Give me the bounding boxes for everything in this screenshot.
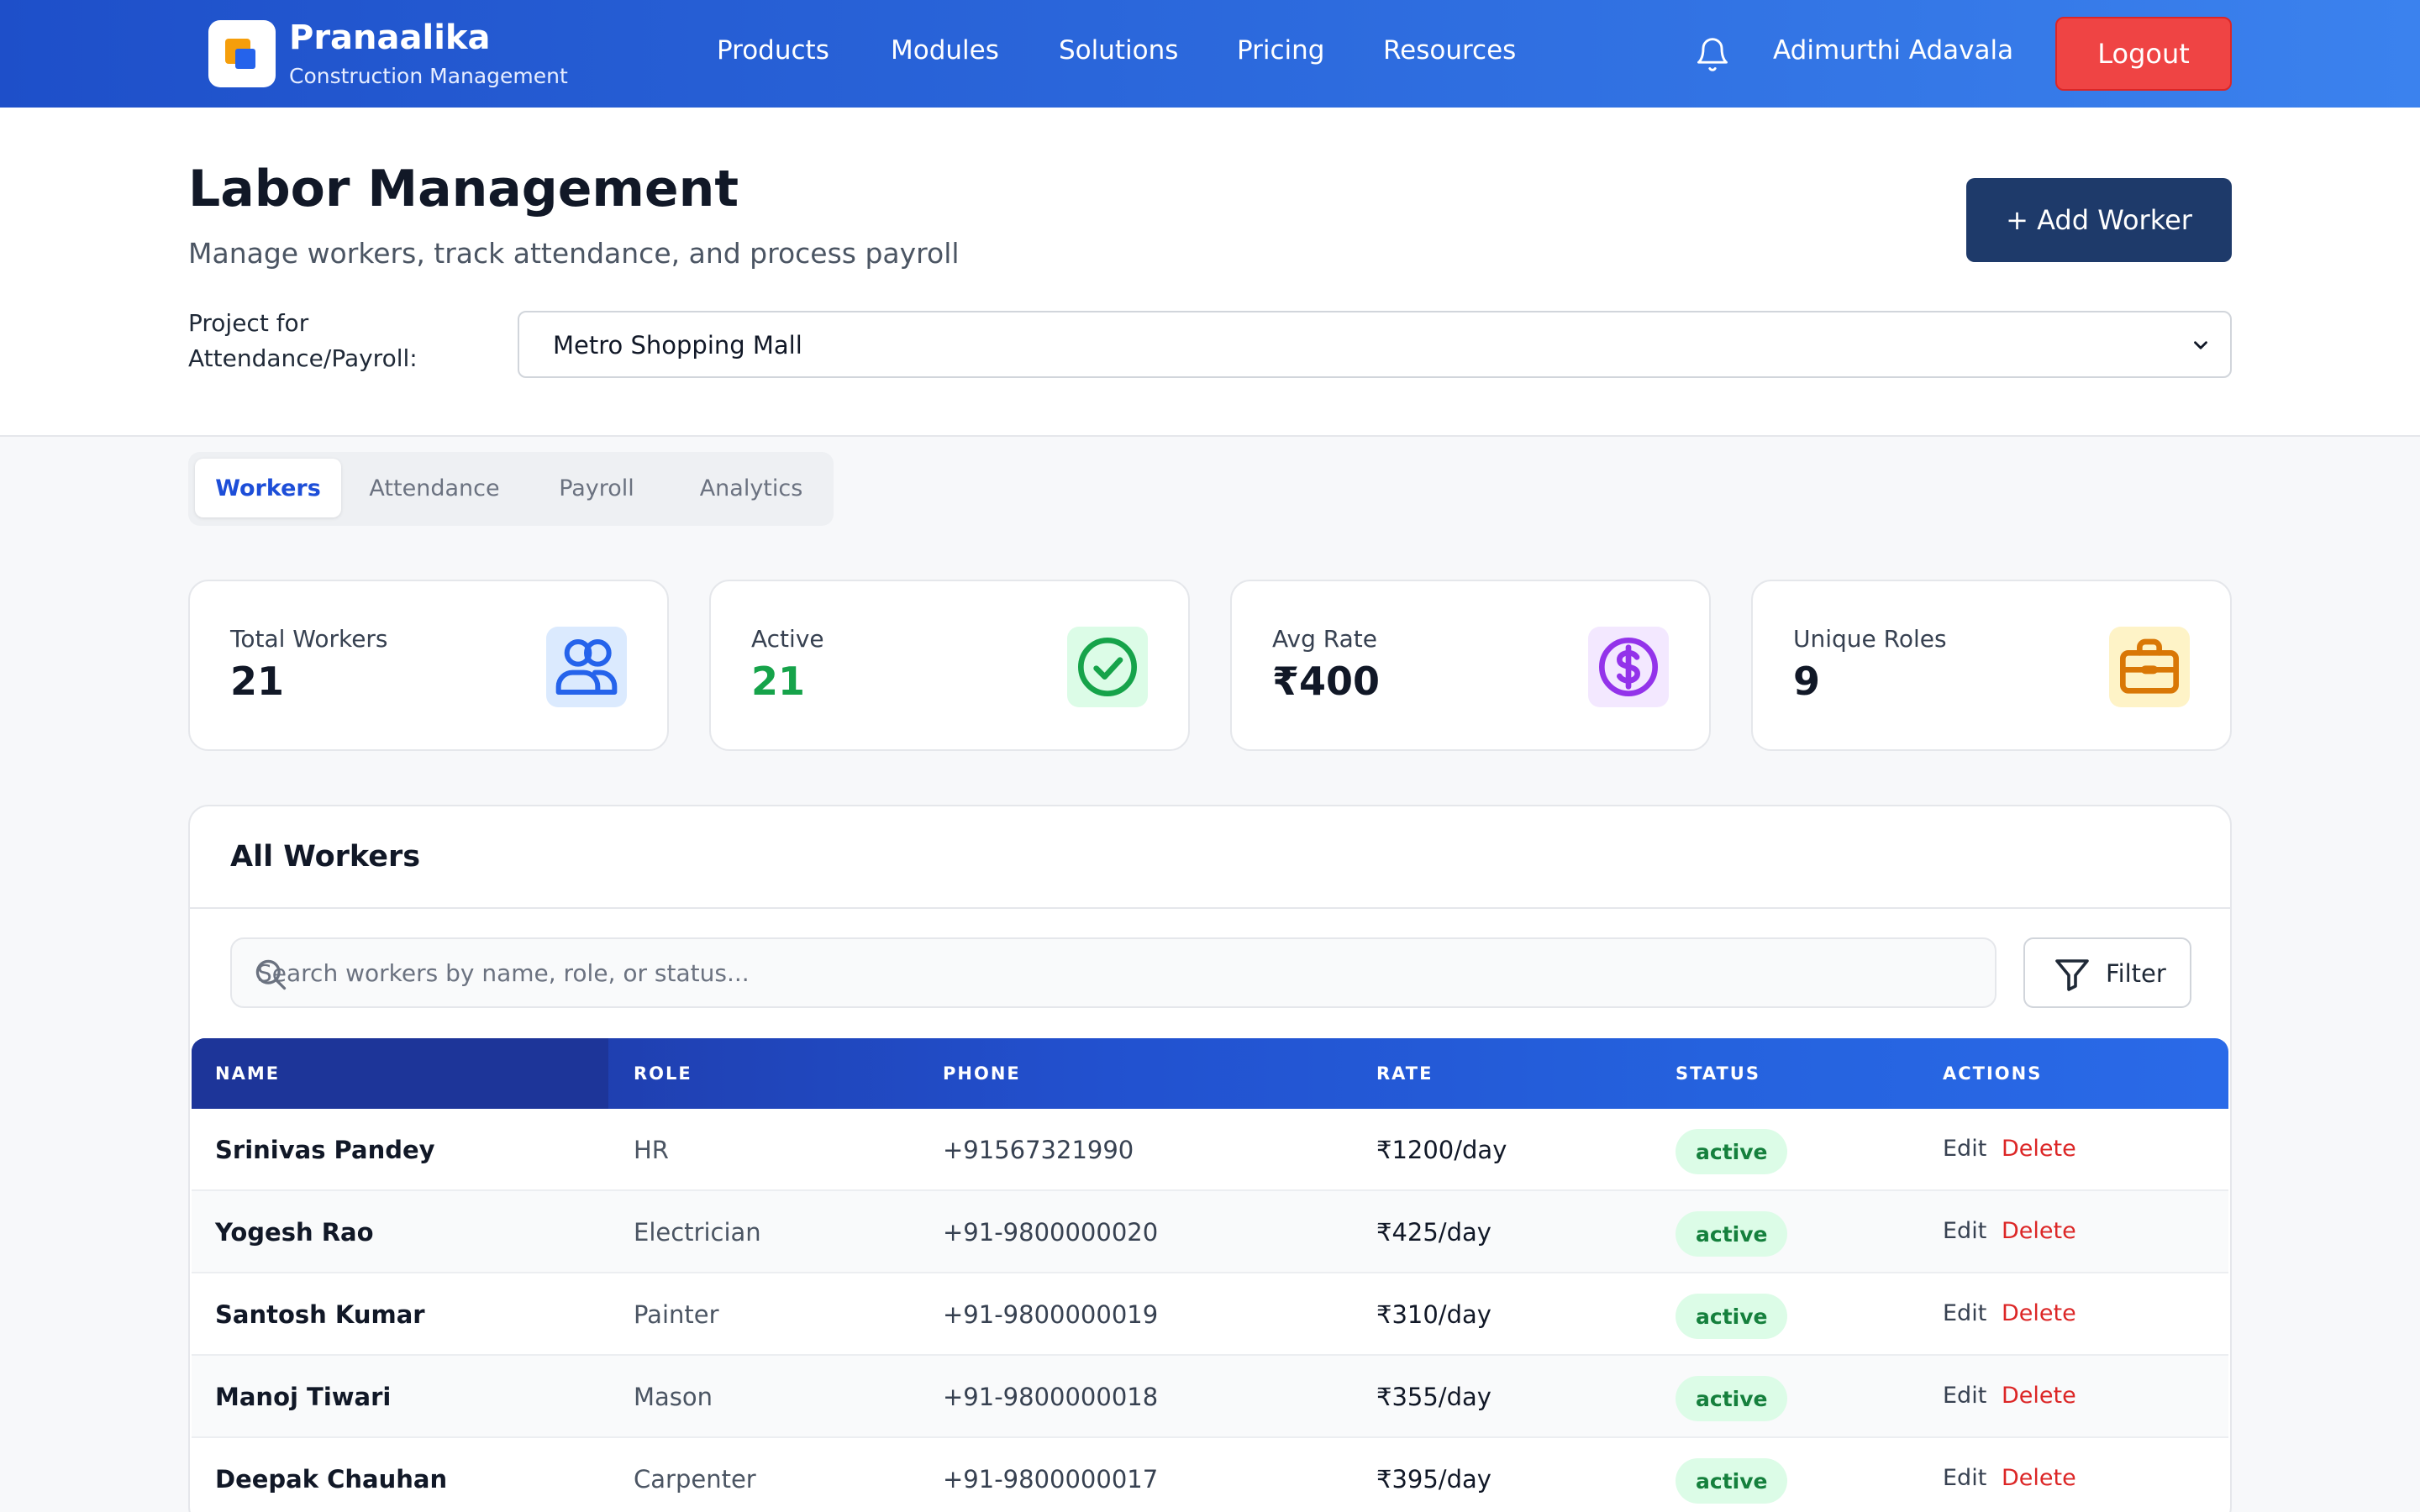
stat-value: ₹400 bbox=[1272, 659, 1381, 704]
cell-rate: ₹310/day bbox=[1376, 1300, 1491, 1329]
cell-name: Yogesh Rao bbox=[215, 1218, 374, 1247]
edit-button[interactable]: Edit bbox=[1943, 1136, 1986, 1162]
workers-table-panel: All Workers Search workers by name, role… bbox=[188, 805, 2232, 1512]
cell-rate: ₹425/day bbox=[1376, 1218, 1491, 1247]
stat-label: Active bbox=[751, 625, 824, 653]
page-header: Labor Management Manage workers, track a… bbox=[0, 108, 2420, 437]
add-worker-button[interactable]: + Add Worker bbox=[1966, 178, 2232, 262]
nav-resources[interactable]: Resources bbox=[1383, 35, 1516, 66]
edit-button[interactable]: Edit bbox=[1943, 1465, 1986, 1491]
cell-rate: ₹355/day bbox=[1376, 1383, 1491, 1411]
col-header-name[interactable]: NAME bbox=[215, 1063, 280, 1084]
stat-label: Total Workers bbox=[230, 625, 388, 653]
table-title: All Workers bbox=[230, 840, 421, 874]
project-select[interactable]: Metro Shopping Mall bbox=[518, 311, 2232, 378]
briefcase-icon bbox=[2109, 627, 2190, 707]
delete-button[interactable]: Delete bbox=[2002, 1300, 2076, 1326]
edit-button[interactable]: Edit bbox=[1943, 1218, 1986, 1244]
nav-solutions[interactable]: Solutions bbox=[1059, 35, 1178, 66]
tab-workers[interactable]: Workers bbox=[195, 459, 341, 517]
stat-card-unique-roles: Unique Roles 9 bbox=[1751, 580, 2232, 751]
table-row[interactable]: Srinivas Pandey HR +91567321990 ₹1200/da… bbox=[192, 1109, 2228, 1191]
user-name[interactable]: Adimurthi Adavala bbox=[1773, 35, 2013, 66]
tab-attendance[interactable]: Attendance bbox=[353, 459, 516, 517]
status-badge: active bbox=[1676, 1458, 1788, 1504]
delete-button[interactable]: Delete bbox=[2002, 1136, 2076, 1162]
cell-phone: +91-9800000017 bbox=[943, 1465, 1159, 1494]
cell-name: Deepak Chauhan bbox=[215, 1465, 448, 1494]
cell-phone: +91-9800000020 bbox=[943, 1218, 1159, 1247]
brand-logo[interactable] bbox=[208, 20, 276, 87]
table-header: NAME ROLE PHONE RATE STATUS ACTIONS bbox=[192, 1038, 2228, 1109]
cell-role: Electrician bbox=[634, 1218, 761, 1247]
brand-name[interactable]: Pranaalika bbox=[289, 18, 491, 57]
page-subtitle: Manage workers, track attendance, and pr… bbox=[188, 237, 960, 270]
logo-square-blue bbox=[235, 49, 255, 69]
status-badge: active bbox=[1676, 1376, 1788, 1421]
status-badge: active bbox=[1676, 1211, 1788, 1257]
top-navbar: Pranaalika Construction Management Produ… bbox=[0, 0, 2420, 108]
chevron-down-icon bbox=[2194, 341, 2207, 349]
table-row[interactable]: Manoj Tiwari Mason +91-9800000018 ₹355/d… bbox=[192, 1356, 2228, 1438]
cell-role: Painter bbox=[634, 1300, 719, 1329]
check-circle-icon bbox=[1067, 627, 1148, 707]
cell-role: HR bbox=[634, 1136, 669, 1164]
stat-card-active: Active 21 bbox=[709, 580, 1190, 751]
nav-modules[interactable]: Modules bbox=[891, 35, 999, 66]
cell-name: Srinivas Pandey bbox=[215, 1136, 435, 1164]
col-header-rate[interactable]: RATE bbox=[1376, 1063, 1433, 1084]
table-row[interactable]: Deepak Chauhan Carpenter +91-9800000017 … bbox=[192, 1438, 2228, 1512]
delete-button[interactable]: Delete bbox=[2002, 1383, 2076, 1409]
col-header-role[interactable]: ROLE bbox=[634, 1063, 692, 1084]
logout-button[interactable]: Logout bbox=[2055, 17, 2232, 91]
table-row[interactable]: Santosh Kumar Painter +91-9800000019 ₹31… bbox=[192, 1273, 2228, 1356]
col-header-phone[interactable]: PHONE bbox=[943, 1063, 1021, 1084]
cell-name: Santosh Kumar bbox=[215, 1300, 425, 1329]
dollar-circle-icon bbox=[1588, 627, 1669, 707]
stat-value: 21 bbox=[751, 659, 806, 704]
delete-button[interactable]: Delete bbox=[2002, 1218, 2076, 1244]
edit-button[interactable]: Edit bbox=[1943, 1383, 1986, 1409]
stat-card-total-workers: Total Workers 21 bbox=[188, 580, 669, 751]
status-badge: active bbox=[1676, 1294, 1788, 1339]
cell-phone: +91-9800000019 bbox=[943, 1300, 1159, 1329]
stat-label: Unique Roles bbox=[1793, 625, 1947, 653]
divider bbox=[190, 907, 2230, 909]
filter-button[interactable]: Filter bbox=[2023, 937, 2191, 1008]
tab-bar: Workers Attendance Payroll Analytics bbox=[188, 452, 834, 526]
nav-products[interactable]: Products bbox=[717, 35, 829, 66]
cell-rate: ₹395/day bbox=[1376, 1465, 1491, 1494]
filter-label: Filter bbox=[2106, 959, 2166, 988]
stat-card-avg-rate: Avg Rate ₹400 bbox=[1230, 580, 1711, 751]
cell-rate: ₹1200/day bbox=[1376, 1136, 1507, 1164]
project-select-label: Project for Attendance/Payroll: bbox=[188, 309, 418, 372]
tab-payroll[interactable]: Payroll bbox=[528, 459, 666, 517]
tab-analytics[interactable]: Analytics bbox=[677, 459, 825, 517]
stat-value: 9 bbox=[1793, 659, 1821, 704]
search-placeholder: Search workers by name, role, or status.… bbox=[257, 959, 750, 987]
project-select-value: Metro Shopping Mall bbox=[553, 331, 802, 360]
col-header-status[interactable]: STATUS bbox=[1676, 1063, 1760, 1084]
delete-button[interactable]: Delete bbox=[2002, 1465, 2076, 1491]
cell-name: Manoj Tiwari bbox=[215, 1383, 392, 1411]
cell-phone: +91-9800000018 bbox=[943, 1383, 1159, 1411]
stat-label: Avg Rate bbox=[1272, 625, 1377, 653]
page-title: Labor Management bbox=[188, 160, 739, 218]
status-badge: active bbox=[1676, 1129, 1788, 1174]
table-row[interactable]: Yogesh Rao Electrician +91-9800000020 ₹4… bbox=[192, 1191, 2228, 1273]
cell-role: Mason bbox=[634, 1383, 713, 1411]
cell-role: Carpenter bbox=[634, 1465, 756, 1494]
nav-pricing[interactable]: Pricing bbox=[1237, 35, 1325, 66]
bell-icon[interactable] bbox=[1694, 35, 1731, 74]
users-icon bbox=[546, 627, 627, 707]
filter-icon bbox=[2055, 959, 2089, 991]
search-input[interactable]: Search workers by name, role, or status.… bbox=[230, 937, 1996, 1008]
edit-button[interactable]: Edit bbox=[1943, 1300, 1986, 1326]
cell-phone: +91567321990 bbox=[943, 1136, 1134, 1164]
col-header-actions: ACTIONS bbox=[1943, 1063, 2043, 1084]
brand-subtitle: Construction Management bbox=[289, 64, 568, 88]
stat-value: 21 bbox=[230, 659, 285, 704]
